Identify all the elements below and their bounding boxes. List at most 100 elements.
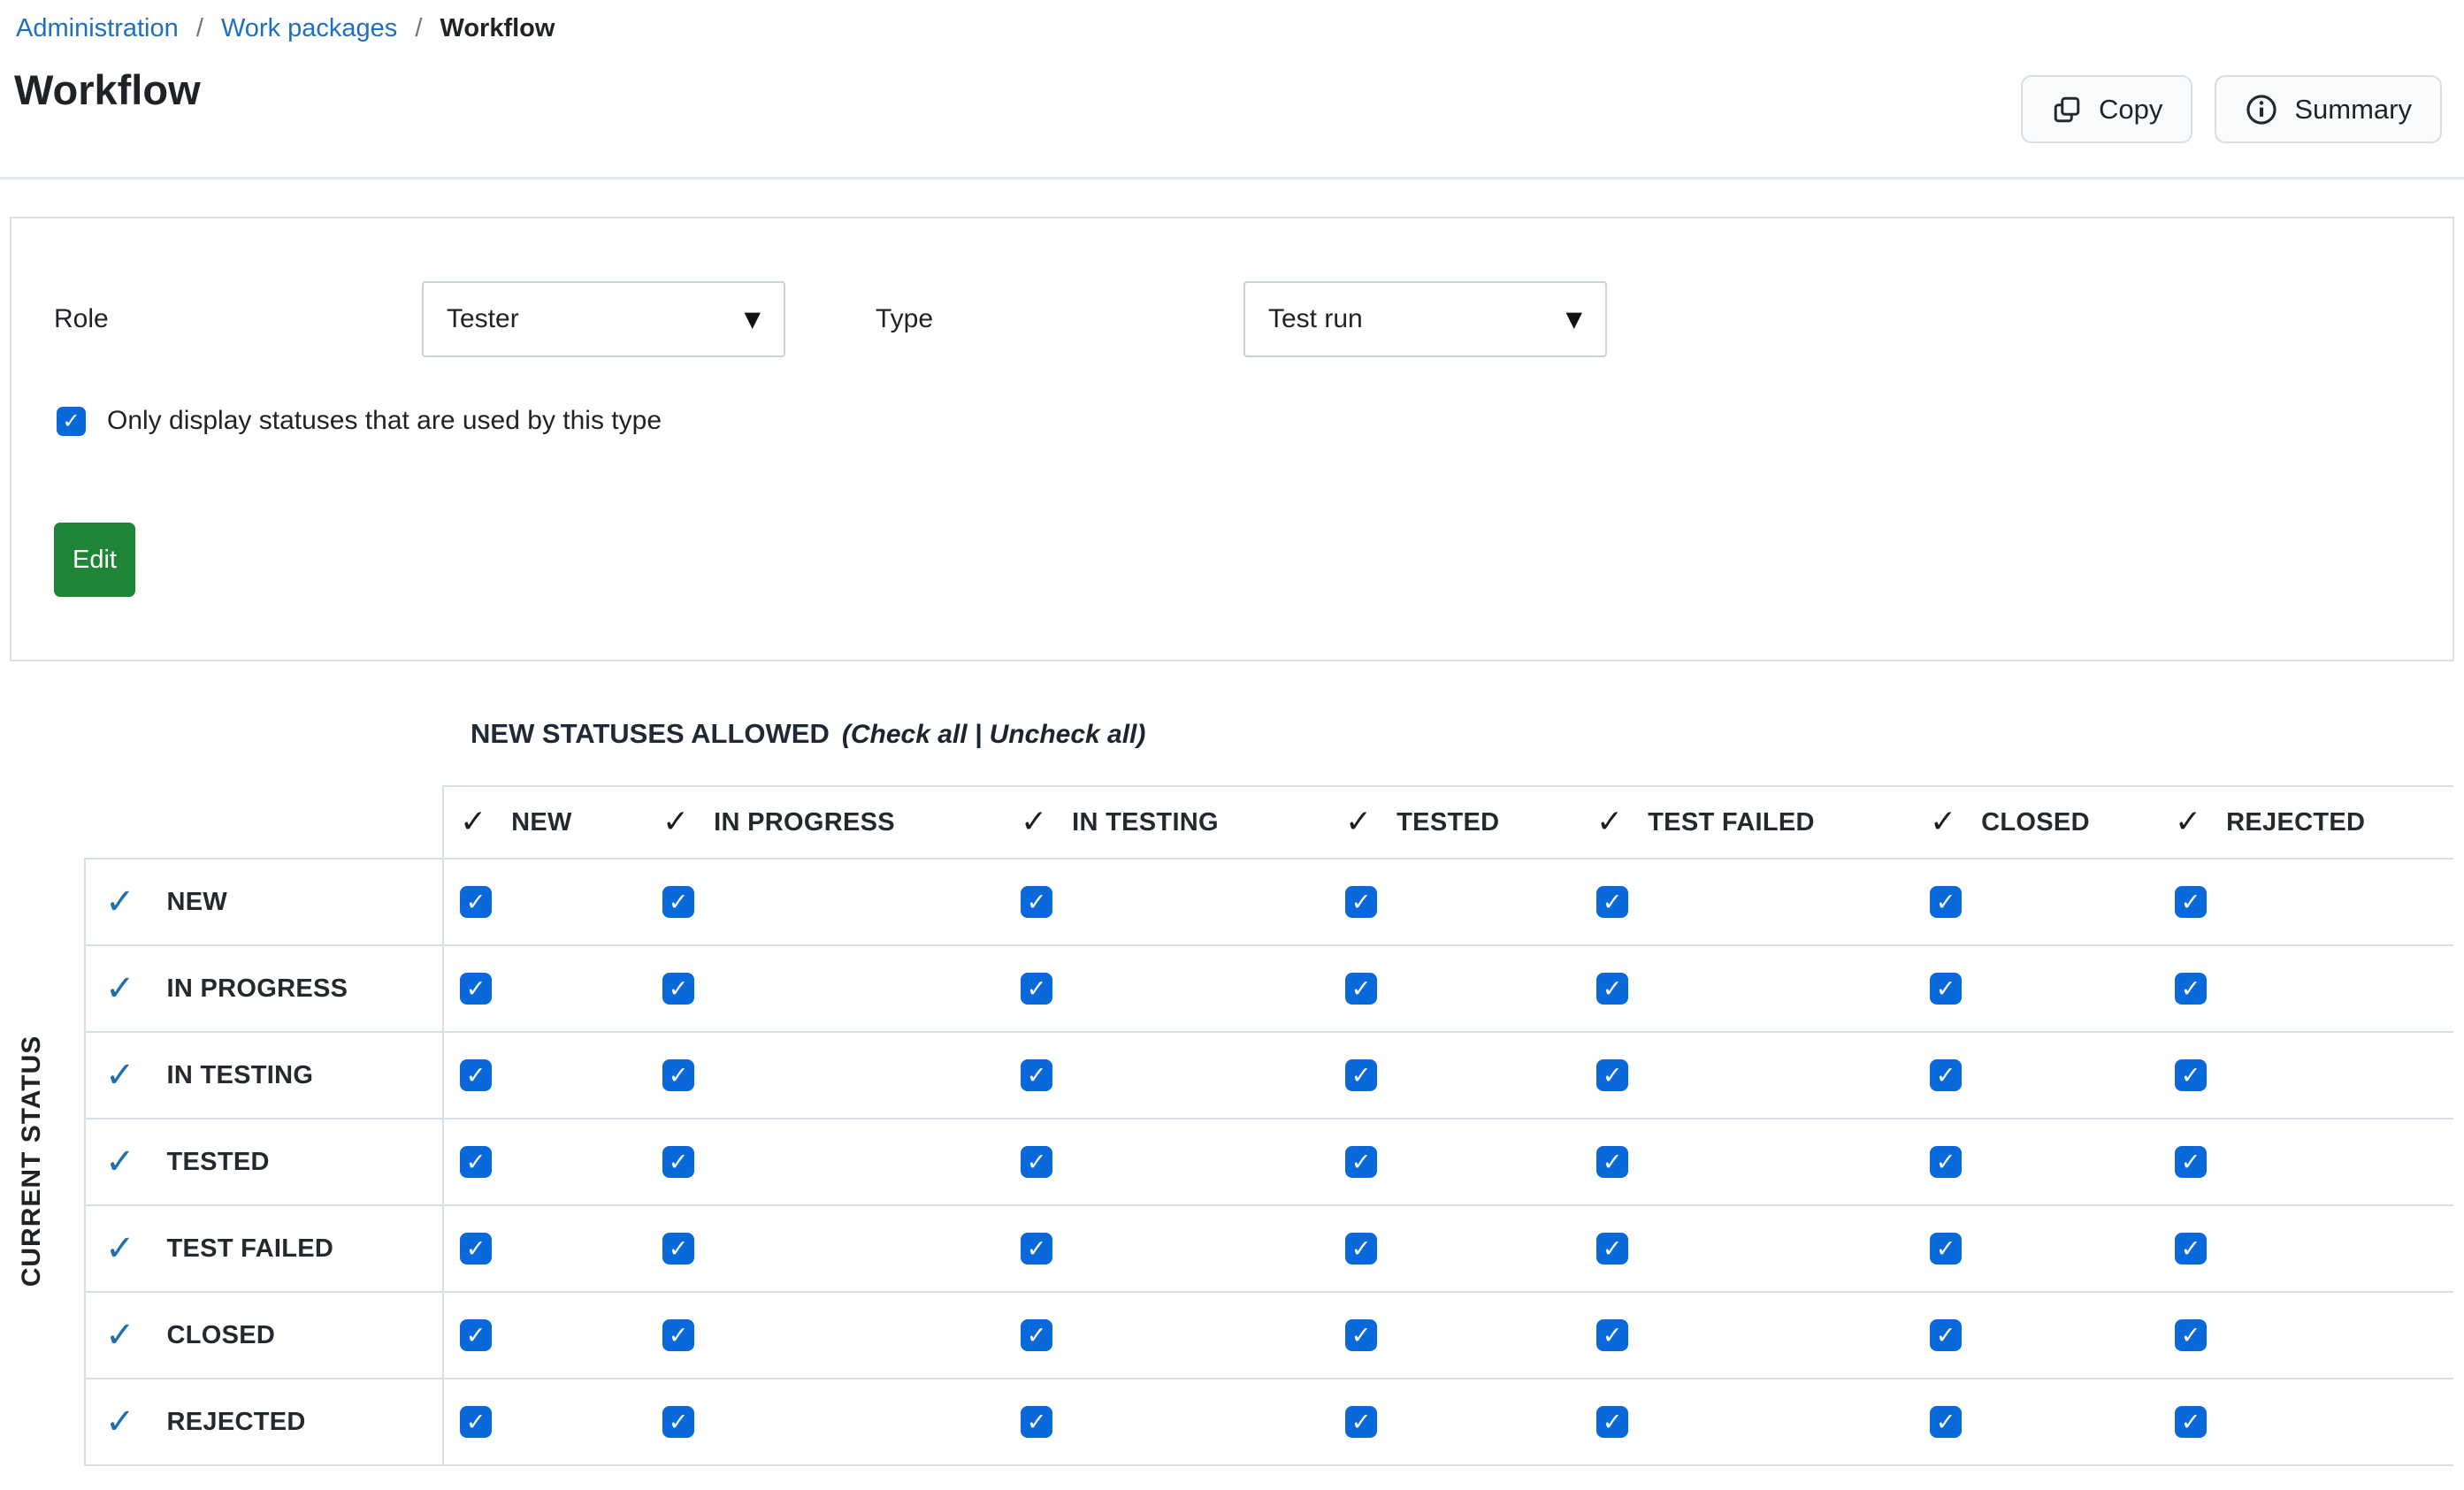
transition-checkbox[interactable]: ✓ <box>1930 1406 1962 1438</box>
role-select[interactable]: Tester ▼ <box>422 281 785 357</box>
workflow-filter-panel: Role Tester ▼ Type Test run ▼ ✓ Only dis… <box>10 217 2454 661</box>
only-display-row: ✓ Only display statuses that are used by… <box>57 406 662 436</box>
transition-checkbox[interactable]: ✓ <box>1596 1319 1628 1351</box>
transition-checkbox[interactable]: ✓ <box>1930 1233 1962 1265</box>
check-icon: ✓ <box>105 1058 135 1093</box>
table-row: ✓CLOSED ✓ ✓ ✓ ✓ ✓ ✓ ✓ <box>85 1292 2453 1379</box>
transition-checkbox[interactable]: ✓ <box>1021 973 1052 1005</box>
transition-checkbox[interactable]: ✓ <box>2175 1319 2207 1351</box>
transition-checkbox[interactable]: ✓ <box>460 973 492 1005</box>
check-icon: ✓ <box>105 1144 135 1180</box>
transition-checkbox[interactable]: ✓ <box>1345 1233 1377 1265</box>
table-row: ✓TESTED ✓ ✓ ✓ ✓ ✓ ✓ ✓ <box>85 1119 2453 1205</box>
transition-checkbox[interactable]: ✓ <box>1930 1319 1962 1351</box>
transition-checkbox[interactable]: ✓ <box>1596 1233 1628 1265</box>
row-header-closed: ✓CLOSED <box>85 1292 443 1379</box>
transition-checkbox[interactable]: ✓ <box>1930 1146 1962 1178</box>
transition-checkbox[interactable]: ✓ <box>1930 886 1962 918</box>
transition-checkbox[interactable]: ✓ <box>2175 886 2207 918</box>
only-display-checkbox[interactable]: ✓ <box>57 407 86 436</box>
check-icon: ✓ <box>2175 806 2201 838</box>
matrix-caption-title: NEW STATUSES ALLOWED <box>471 718 830 749</box>
check-icon: ✓ <box>662 806 689 838</box>
edit-button[interactable]: Edit <box>54 523 135 597</box>
transition-checkbox[interactable]: ✓ <box>460 886 492 918</box>
transition-checkbox[interactable]: ✓ <box>662 1406 694 1438</box>
transition-checkbox[interactable]: ✓ <box>460 1406 492 1438</box>
transition-checkbox[interactable]: ✓ <box>1345 1059 1377 1091</box>
transition-checkbox[interactable]: ✓ <box>1021 1233 1052 1265</box>
transition-checkbox[interactable]: ✓ <box>1345 1146 1377 1178</box>
breadcrumb-link-work-packages[interactable]: Work packages <box>221 14 397 42</box>
summary-button[interactable]: Summary <box>2215 75 2442 143</box>
column-header-in-progress: ✓IN PROGRESS <box>647 786 1005 859</box>
transition-checkbox[interactable]: ✓ <box>1596 973 1628 1005</box>
info-icon <box>2245 93 2278 126</box>
transition-checkbox[interactable]: ✓ <box>1930 1059 1962 1091</box>
transition-checkbox[interactable]: ✓ <box>1930 973 1962 1005</box>
table-row: ✓TEST FAILED ✓ ✓ ✓ ✓ ✓ ✓ ✓ <box>85 1205 2453 1292</box>
transition-checkbox[interactable]: ✓ <box>662 1059 694 1091</box>
summary-button-label: Summary <box>2294 94 2412 126</box>
check-icon: ✓ <box>105 1231 135 1266</box>
breadcrumb-separator: / <box>196 14 203 42</box>
transition-checkbox[interactable]: ✓ <box>662 1146 694 1178</box>
copy-icon <box>2051 94 2083 126</box>
transition-checkbox[interactable]: ✓ <box>1021 1146 1052 1178</box>
transition-checkbox[interactable]: ✓ <box>2175 1059 2207 1091</box>
column-header-test-failed: ✓TEST FAILED <box>1580 786 1914 859</box>
transition-checkbox[interactable]: ✓ <box>460 1319 492 1351</box>
table-row: ✓IN PROGRESS ✓ ✓ ✓ ✓ ✓ ✓ ✓ <box>85 945 2453 1032</box>
row-header-new: ✓NEW <box>85 859 443 945</box>
type-select[interactable]: Test run ▼ <box>1243 281 1607 357</box>
row-header-in-progress: ✓IN PROGRESS <box>85 945 443 1032</box>
copy-button-label: Copy <box>2099 94 2162 126</box>
check-all-uncheck-all-links[interactable]: (Check all | Uncheck all) <box>842 720 1146 749</box>
transition-checkbox[interactable]: ✓ <box>1596 1406 1628 1438</box>
breadcrumb-link-administration[interactable]: Administration <box>16 14 179 42</box>
transition-checkbox[interactable]: ✓ <box>2175 1406 2207 1438</box>
column-header-closed: ✓CLOSED <box>1914 786 2159 859</box>
transition-checkbox[interactable]: ✓ <box>1021 1059 1052 1091</box>
transition-checkbox[interactable]: ✓ <box>1345 973 1377 1005</box>
check-icon: ✓ <box>1930 806 1956 838</box>
matrix-caption: NEW STATUSES ALLOWED (Check all | Uncheck… <box>471 718 1145 750</box>
transition-checkbox[interactable]: ✓ <box>460 1059 492 1091</box>
transition-checkbox[interactable]: ✓ <box>1345 1319 1377 1351</box>
transition-checkbox[interactable]: ✓ <box>662 973 694 1005</box>
transition-checkbox[interactable]: ✓ <box>1345 1406 1377 1438</box>
table-row: ✓NEW ✓ ✓ ✓ ✓ ✓ ✓ ✓ <box>85 859 2453 945</box>
table-row: ✓REJECTED ✓ ✓ ✓ ✓ ✓ ✓ ✓ <box>85 1379 2453 1465</box>
transition-checkbox[interactable]: ✓ <box>1596 1059 1628 1091</box>
transition-checkbox[interactable]: ✓ <box>460 1233 492 1265</box>
check-icon: ✓ <box>460 806 486 838</box>
check-icon: ✓ <box>105 971 135 1006</box>
breadcrumb-current-workflow: Workflow <box>440 14 555 42</box>
table-row: ✓IN TESTING ✓ ✓ ✓ ✓ ✓ ✓ ✓ <box>85 1032 2453 1119</box>
current-status-axis-label: CURRENT STATUS <box>17 1035 47 1288</box>
matrix-corner-cell <box>85 786 443 859</box>
copy-button[interactable]: Copy <box>2021 75 2192 143</box>
breadcrumb-separator: / <box>415 14 422 42</box>
transition-checkbox[interactable]: ✓ <box>1021 1406 1052 1438</box>
check-icon: ✓ <box>105 884 135 920</box>
check-icon: ✓ <box>105 1318 135 1353</box>
transition-checkbox[interactable]: ✓ <box>460 1146 492 1178</box>
row-header-rejected: ✓REJECTED <box>85 1379 443 1465</box>
transition-checkbox[interactable]: ✓ <box>2175 1233 2207 1265</box>
breadcrumb: Administration / Work packages / Workflo… <box>16 9 555 48</box>
check-icon: ✓ <box>1021 806 1047 838</box>
transition-checkbox[interactable]: ✓ <box>1596 1146 1628 1178</box>
transition-checkbox[interactable]: ✓ <box>1596 886 1628 918</box>
transition-checkbox[interactable]: ✓ <box>662 1319 694 1351</box>
transition-checkbox[interactable]: ✓ <box>1021 886 1052 918</box>
toolbar: Copy Summary <box>2021 75 2442 143</box>
check-icon: ✓ <box>1596 806 1623 838</box>
transition-checkbox[interactable]: ✓ <box>2175 973 2207 1005</box>
transition-checkbox[interactable]: ✓ <box>662 1233 694 1265</box>
transition-checkbox[interactable]: ✓ <box>1345 886 1377 918</box>
column-header-rejected: ✓REJECTED <box>2159 786 2453 859</box>
transition-checkbox[interactable]: ✓ <box>662 886 694 918</box>
transition-checkbox[interactable]: ✓ <box>2175 1146 2207 1178</box>
transition-checkbox[interactable]: ✓ <box>1021 1319 1052 1351</box>
